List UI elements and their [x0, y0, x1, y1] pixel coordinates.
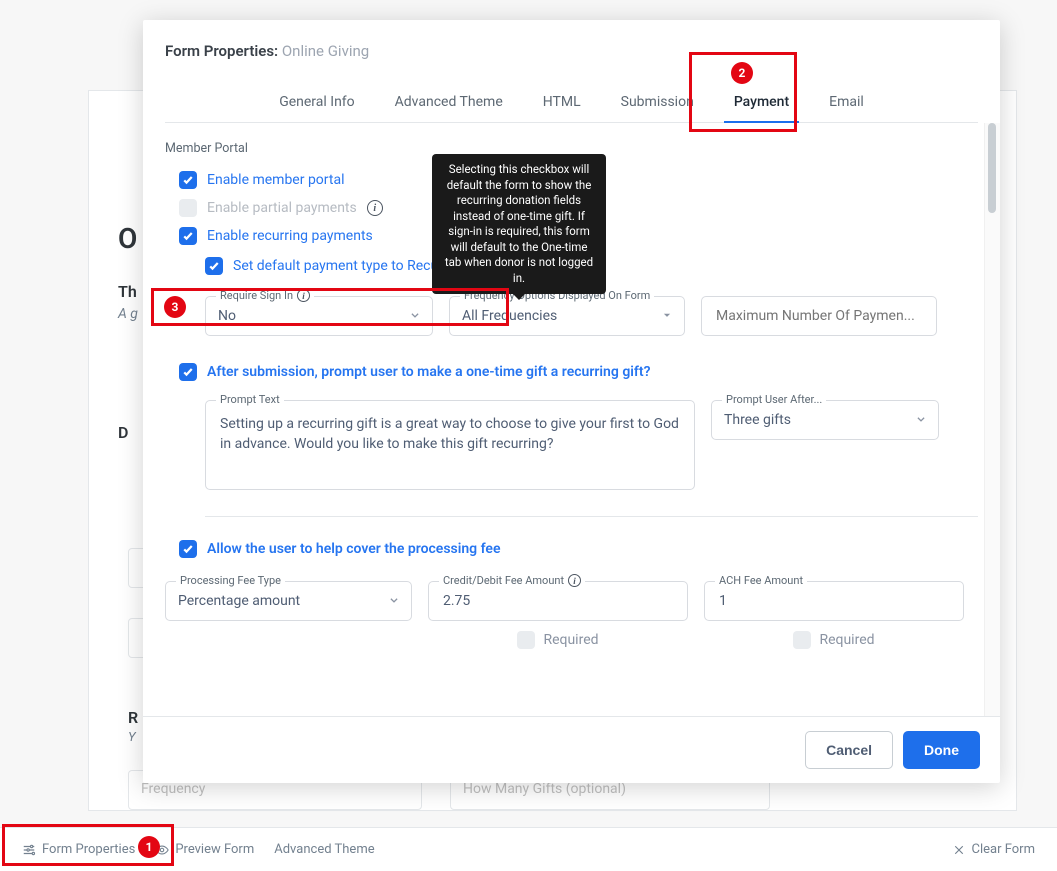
prompt-user-after-value: Three gifts	[724, 412, 791, 428]
close-icon	[952, 843, 966, 857]
bg-heading: O	[118, 222, 137, 255]
prompt-text-label: Prompt Text	[216, 393, 284, 406]
info-icon[interactable]: i	[568, 574, 581, 587]
fee-type-select[interactable]: Processing Fee Type Percentage amount	[165, 581, 412, 621]
tab-advanced-theme[interactable]: Advanced Theme	[391, 84, 507, 122]
bg-section-r: R	[128, 708, 138, 727]
annotation-badge-1: 1	[138, 836, 160, 858]
fee-type-value: Percentage amount	[178, 593, 300, 609]
prompt-recurring-label[interactable]: After submission, prompt user to make a …	[207, 364, 651, 380]
form-properties-modal: Form Properties: Online Giving General I…	[143, 20, 1000, 783]
tab-submission[interactable]: Submission	[617, 84, 698, 122]
form-properties-button[interactable]: Form Properties	[12, 836, 145, 863]
credit-fee-label: Credit/Debit Fee Amount i	[439, 574, 585, 587]
prompt-user-after-label: Prompt User After...	[722, 393, 826, 406]
clear-form-button[interactable]: Clear Form	[942, 836, 1046, 863]
require-signin-label: Require Sign In i	[216, 289, 314, 302]
enable-partial-payments-label[interactable]: Enable partial payments	[207, 200, 357, 216]
prompt-text-input[interactable]	[218, 413, 682, 461]
default-recurring-checkbox[interactable]	[205, 257, 223, 275]
tab-html[interactable]: HTML	[539, 84, 585, 122]
advanced-theme-label: Advanced Theme	[274, 842, 374, 857]
credit-fee-input[interactable]: Credit/Debit Fee Amount i	[428, 581, 688, 621]
cover-fee-checkbox[interactable]	[179, 540, 197, 558]
chevron-down-icon	[389, 593, 399, 609]
prompt-text-field[interactable]: Prompt Text	[205, 400, 695, 490]
ach-fee-input[interactable]: ACH Fee Amount	[704, 581, 964, 621]
enable-recurring-payments-label[interactable]: Enable recurring payments	[207, 228, 373, 244]
max-payments-input[interactable]	[701, 296, 937, 336]
modal-tabs: General Info Advanced Theme HTML Submiss…	[165, 84, 978, 123]
done-button[interactable]: Done	[903, 731, 980, 769]
require-signin-value: No	[218, 308, 236, 324]
info-icon[interactable]: i	[297, 289, 310, 302]
enable-member-portal-checkbox[interactable]	[179, 171, 197, 189]
frequency-options-select[interactable]: Frequency Options Displayed On Form All …	[449, 296, 685, 336]
preview-form-button[interactable]: Preview Form	[145, 836, 264, 863]
ach-fee-required-checkbox[interactable]	[793, 631, 811, 649]
enable-member-portal-label[interactable]: Enable member portal	[207, 172, 344, 188]
ach-fee-required-label: Required	[819, 632, 874, 648]
ach-fee-field[interactable]	[717, 592, 951, 610]
clear-form-label: Clear Form	[972, 842, 1036, 857]
modal-title-name: Online Giving	[282, 42, 369, 60]
chevron-down-icon	[916, 412, 926, 428]
annotation-badge-3: 3	[164, 296, 186, 318]
modal-footer: Cancel Done	[143, 716, 1000, 783]
form-properties-label: Form Properties	[42, 842, 135, 857]
caret-down-icon	[662, 308, 672, 324]
modal-title-prefix: Form Properties:	[165, 42, 278, 60]
sliders-icon	[22, 843, 36, 857]
tooltip: Selecting this checkbox will default the…	[432, 154, 606, 294]
cancel-button[interactable]: Cancel	[805, 731, 893, 769]
annotation-badge-2: 2	[731, 62, 753, 84]
divider	[205, 516, 978, 517]
prompt-user-after-select[interactable]: Prompt User After... Three gifts	[711, 400, 939, 440]
fee-type-label: Processing Fee Type	[176, 574, 285, 587]
require-signin-select[interactable]: Require Sign In i No	[205, 296, 433, 336]
info-icon[interactable]: i	[367, 200, 383, 216]
credit-fee-required-checkbox[interactable]	[517, 631, 535, 649]
credit-fee-required-label: Required	[543, 632, 598, 648]
credit-fee-field[interactable]	[441, 592, 675, 610]
frequency-options-value: All Frequencies	[462, 308, 557, 324]
tab-general-info[interactable]: General Info	[275, 84, 358, 122]
bg-caption-y: Y	[128, 730, 136, 745]
advanced-theme-button[interactable]: Advanced Theme	[264, 836, 384, 863]
prompt-recurring-checkbox[interactable]	[179, 363, 197, 381]
tab-email[interactable]: Email	[825, 84, 868, 122]
tab-payment[interactable]: Payment	[730, 84, 793, 122]
enable-partial-payments-checkbox[interactable]	[179, 199, 197, 217]
max-payments-field[interactable]	[714, 307, 924, 325]
cover-fee-label[interactable]: Allow the user to help cover the process…	[207, 541, 501, 557]
enable-recurring-payments-checkbox[interactable]	[179, 227, 197, 245]
bg-subheading: Th	[118, 282, 137, 301]
bg-section-d: D	[118, 423, 128, 442]
preview-form-label: Preview Form	[175, 842, 254, 857]
bg-caption: A g	[118, 306, 138, 322]
chevron-down-icon	[410, 308, 420, 324]
modal-header: Form Properties: Online Giving General I…	[143, 20, 1000, 123]
ach-fee-label: ACH Fee Amount	[715, 574, 807, 587]
